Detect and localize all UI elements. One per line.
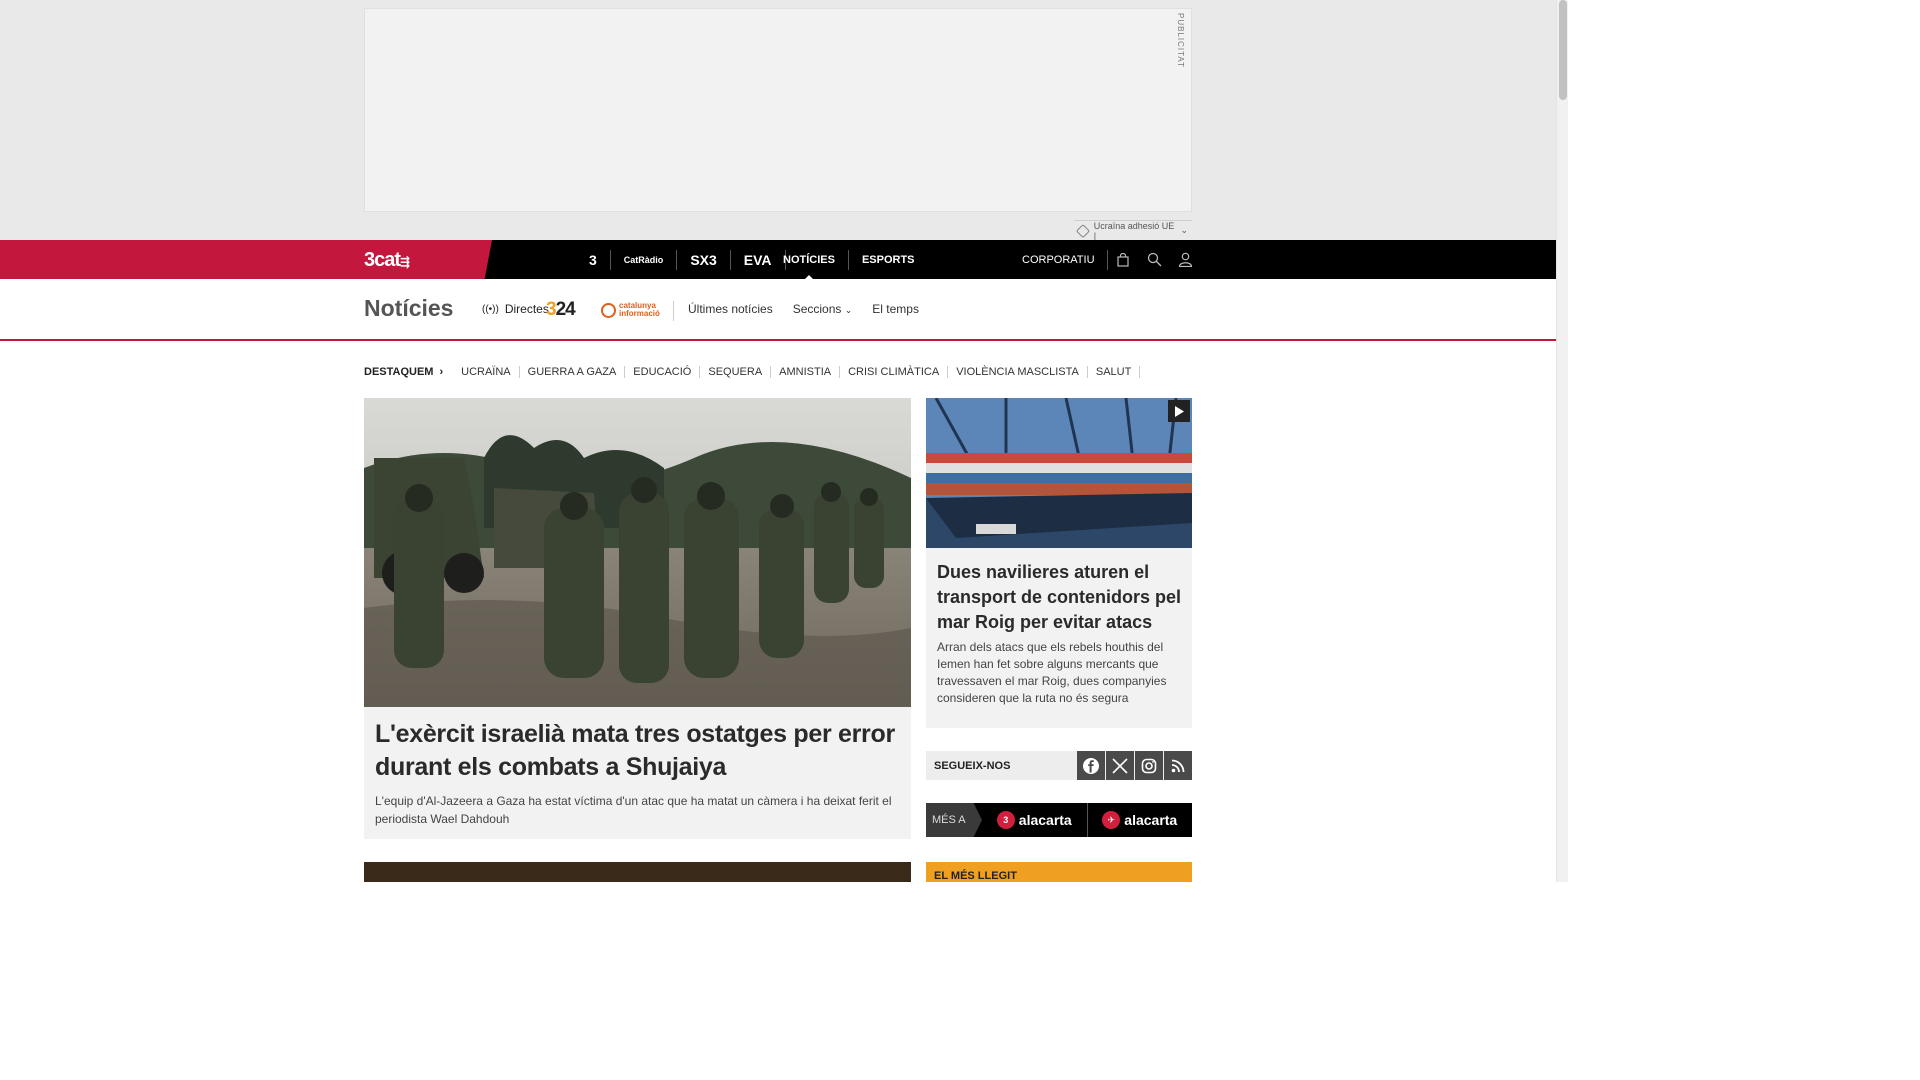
scrollbar-thumb[interactable] xyxy=(1559,0,1567,100)
side-article-image[interactable] xyxy=(926,398,1192,548)
catradio-icon: ✈ xyxy=(1102,811,1121,829)
rss-icon[interactable] xyxy=(1164,751,1192,780)
chevron-down-icon: ⌄ xyxy=(844,305,853,315)
navbar-brand-band xyxy=(0,240,492,279)
site-logo[interactable]: 3cat⇶ xyxy=(364,249,410,272)
channel-sx3-logo[interactable]: SX3 xyxy=(677,249,731,270)
section-header: Notícies ((•)) Directes 324 catalunya inf… xyxy=(0,279,1556,341)
tag-amnistia[interactable]: AMNISTIA xyxy=(771,366,841,378)
tag-violencia-masclista[interactable]: VIOLÈNCIA MASCLISTA xyxy=(948,366,1088,378)
side-article-title[interactable]: Dues navilieres aturen el transport de c… xyxy=(937,560,1187,635)
ad-placeholder[interactable]: PUBLICITAT xyxy=(364,8,1192,212)
follow-us-label: SEGUEIX-NOS xyxy=(934,759,1011,772)
channel-324-logo[interactable]: 324 xyxy=(546,299,576,321)
live-broadcast-icon: ((•)) xyxy=(482,303,499,315)
user-icon[interactable] xyxy=(1170,240,1201,279)
follow-us-bar: SEGUEIX-NOS xyxy=(926,751,1192,780)
side-article-card[interactable]: Dues navilieres aturen el transport de c… xyxy=(926,398,1192,728)
x-icon[interactable] xyxy=(1106,751,1134,780)
ad-label: PUBLICITAT xyxy=(1176,13,1185,69)
tag-icon xyxy=(1075,223,1090,238)
alacarta-lead: MÉS A xyxy=(926,803,982,837)
tag-ucraina[interactable]: UCRAÏNA xyxy=(453,366,520,378)
nav-right: CORPORATIU xyxy=(1010,240,1201,279)
main-article-title[interactable]: L'exèrcit israelià mata tres ostatges pe… xyxy=(375,718,895,784)
main-article-image[interactable] xyxy=(364,398,911,707)
facebook-icon[interactable] xyxy=(1077,751,1105,780)
main-article-summary: L'equip d'Al-Jazeera a Gaza ha estat víc… xyxy=(375,794,892,826)
link-seccions[interactable]: Seccions ⌄ xyxy=(793,302,853,316)
instagram-icon[interactable] xyxy=(1135,751,1163,780)
main-article-card[interactable]: L'exèrcit israelià mata tres ostatges pe… xyxy=(364,398,911,839)
alacarta-bar: MÉS A 3 alacarta ✈ alacarta xyxy=(926,803,1192,837)
next-article-image[interactable] xyxy=(364,862,911,882)
nav-link-corporatiu[interactable]: CORPORATIU xyxy=(1010,249,1108,270)
channel-3-logo[interactable]: 3 xyxy=(576,249,611,270)
search-icon[interactable] xyxy=(1139,240,1170,279)
radio-alacarta-link[interactable]: ✈ alacarta xyxy=(1086,803,1193,837)
nav-link-esports[interactable]: ESPORTS xyxy=(847,249,928,270)
tag-salut[interactable]: SALUT xyxy=(1088,366,1141,378)
tag-educacio[interactable]: EDUCACIÓ xyxy=(625,366,701,378)
tv-alacarta-link[interactable]: 3 alacarta xyxy=(982,803,1087,837)
nav-link-noticies[interactable]: NOTÍCIES xyxy=(770,250,848,280)
directes-label: Directes xyxy=(504,302,549,316)
divider xyxy=(673,301,674,321)
link-ultimes-noticies[interactable]: Últimes notícies xyxy=(688,302,773,316)
tv3-icon: 3 xyxy=(996,811,1015,829)
section-links: Últimes notícies Seccions ⌄ El temps xyxy=(688,302,919,316)
directes-link[interactable]: ((•)) Directes xyxy=(482,302,549,316)
catalunya-informacio-logo[interactable]: catalunya informació xyxy=(601,302,660,318)
link-el-temps[interactable]: El temps xyxy=(872,302,919,316)
play-video-icon[interactable] xyxy=(1168,400,1190,422)
featured-tags: DESTAQUEM › UCRAÏNA GUERRA A GAZA EDUCACI… xyxy=(364,363,1141,381)
side-article-summary: Arran dels atacs que els rebels houthis … xyxy=(937,640,1167,705)
tag-crisi-climatica[interactable]: CRISI CLIMÀTICA xyxy=(840,366,949,378)
main-navbar: 3cat⇶ 3 CatRàdio SX3 EVA NOTÍCIES ESPORT… xyxy=(0,240,1556,280)
chevron-down-icon[interactable]: ⌄ xyxy=(1180,225,1188,236)
page-title[interactable]: Notícies xyxy=(364,295,453,322)
shop-icon[interactable] xyxy=(1108,240,1139,279)
channel-catradio-logo[interactable]: CatRàdio xyxy=(611,249,678,270)
page-scrollbar[interactable] xyxy=(1556,0,1568,882)
ad-band: PUBLICITAT Ucraïna adhesió UE | ⌄ xyxy=(0,0,1556,241)
tags-lead[interactable]: DESTAQUEM › xyxy=(364,366,453,378)
chevron-right-icon: › xyxy=(439,366,444,378)
topic-tag-label: Ucraïna adhesió UE | xyxy=(1093,220,1175,241)
topic-tag[interactable]: Ucraïna adhesió UE | ⌄ xyxy=(1074,220,1192,241)
most-read-header: EL MÉS LLEGIT xyxy=(926,862,1192,882)
tag-guerra-gaza[interactable]: GUERRA A GAZA xyxy=(520,366,626,378)
catalunya-informacio-icon xyxy=(601,302,616,318)
channel-list: 3 CatRàdio SX3 EVA xyxy=(576,240,786,279)
nav-links: NOTÍCIES ESPORTS xyxy=(770,240,928,280)
tag-sequera[interactable]: SEQUERA xyxy=(700,366,772,378)
